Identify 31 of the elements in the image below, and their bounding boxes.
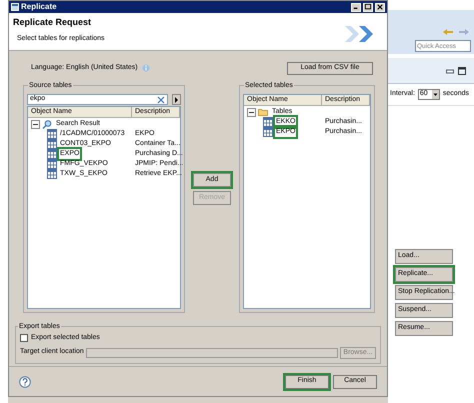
table-icon <box>47 159 57 169</box>
target-location-field[interactable] <box>86 348 338 358</box>
clear-icon <box>157 96 165 104</box>
maximize-icon <box>364 3 372 11</box>
window-icon <box>11 3 19 11</box>
play-arrow-icon <box>174 96 179 102</box>
close-icon <box>376 3 384 11</box>
collapse-icon[interactable] <box>31 120 40 128</box>
checkbox[interactable] <box>20 334 28 342</box>
minimize-icon <box>446 68 454 74</box>
forward-arrow-icon <box>458 28 470 36</box>
search-result-icon <box>42 120 52 128</box>
header-title: Replicate Request <box>13 16 92 29</box>
maximize-icon <box>458 66 466 74</box>
table-icon <box>47 169 57 179</box>
help-icon <box>19 376 31 388</box>
table-icon <box>263 127 273 137</box>
table-icon <box>47 149 57 159</box>
folder-icon <box>258 108 268 116</box>
back-arrow-icon <box>442 28 454 36</box>
table-icon <box>263 117 273 127</box>
table-icon <box>47 129 57 139</box>
window-title: Replicate <box>21 1 58 13</box>
maximize-button[interactable] <box>363 2 373 12</box>
collapse-icon[interactable] <box>247 108 256 116</box>
minimize-button[interactable] <box>351 2 361 12</box>
arrow-button[interactable] <box>172 94 181 105</box>
chevron-logo-icon <box>345 24 375 44</box>
close-button[interactable] <box>375 2 385 12</box>
table-icon <box>47 139 57 149</box>
info-icon <box>142 64 150 72</box>
